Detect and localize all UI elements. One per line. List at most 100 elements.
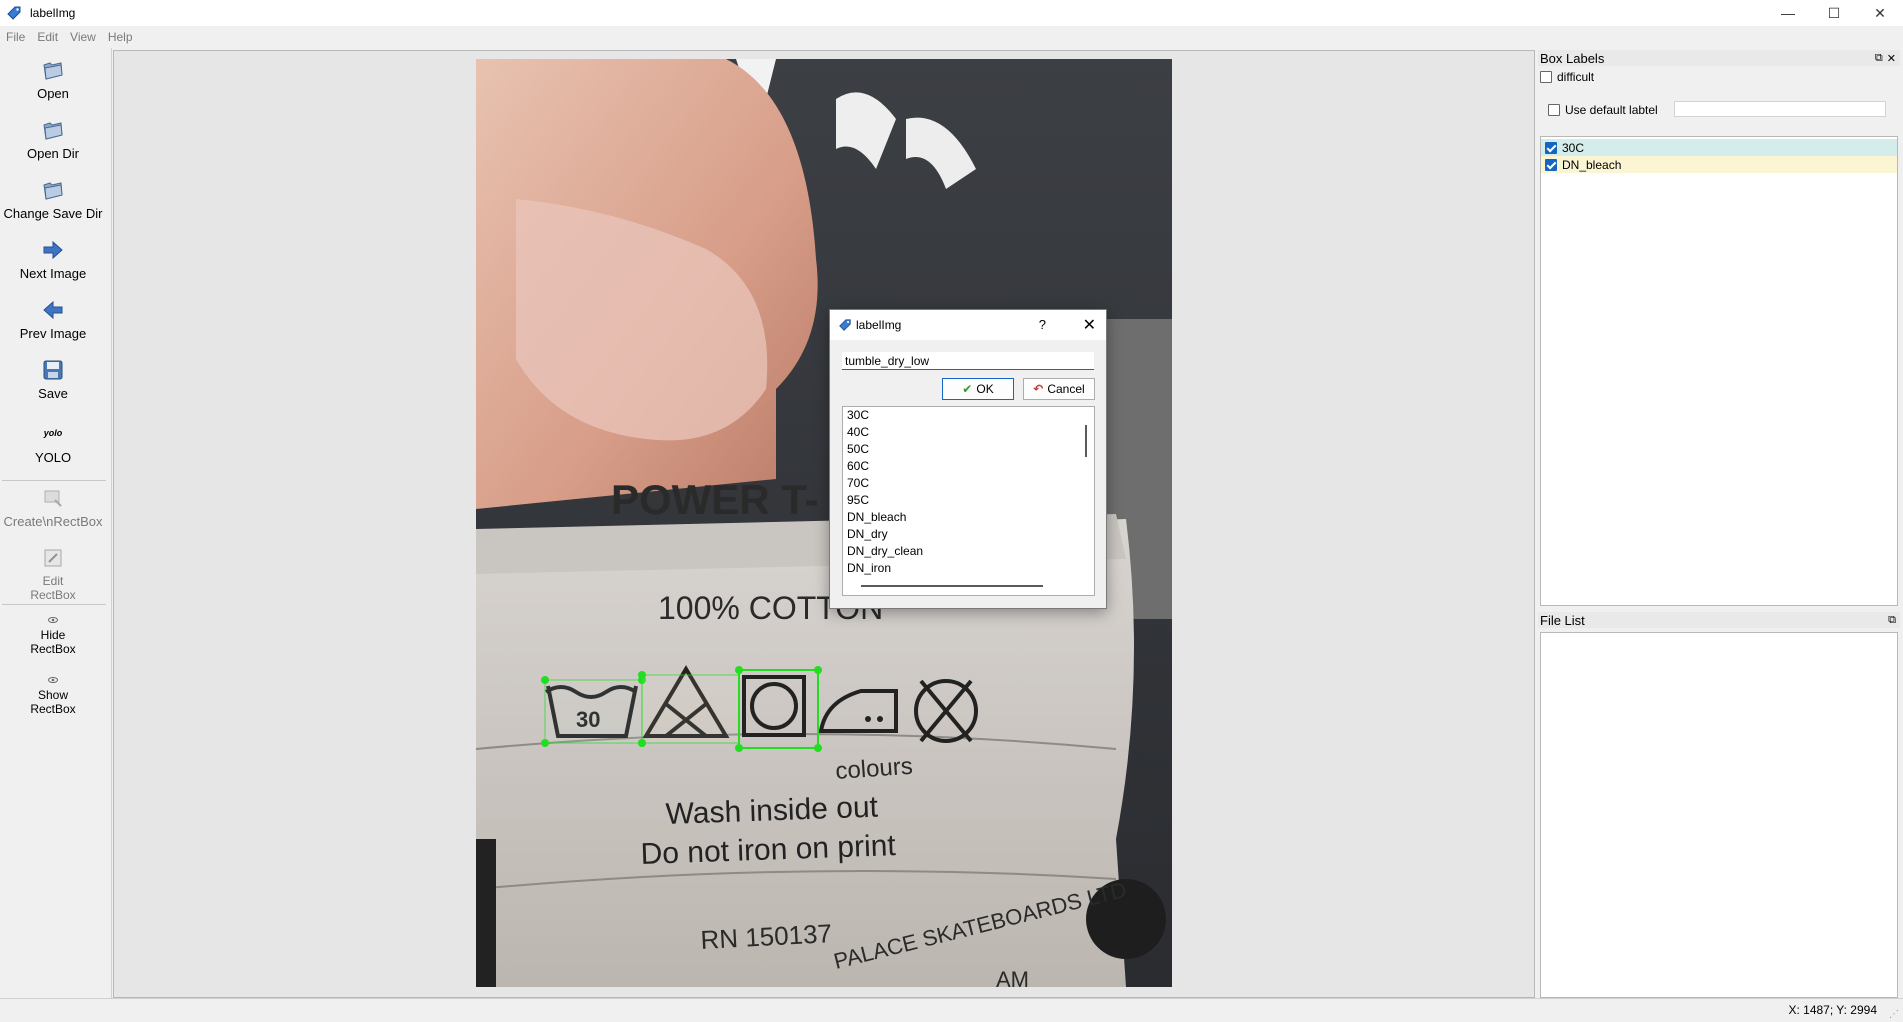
minimize-button[interactable]: — bbox=[1765, 0, 1811, 26]
file-list-title: File List bbox=[1540, 612, 1585, 628]
title-bar: labelImg — ☐ ✕ bbox=[0, 0, 1903, 26]
horizontal-scrollbar[interactable] bbox=[845, 579, 1079, 593]
toolbar-divider bbox=[2, 480, 106, 481]
label-row-dn-bleach[interactable]: DN_bleach bbox=[1541, 156, 1897, 173]
save-button[interactable]: Save bbox=[0, 358, 106, 401]
list-item[interactable]: 70C bbox=[843, 475, 1094, 492]
label-suggestion-list[interactable]: 30C 40C 50C 60C 70C 95C DN_bleach DN_dry… bbox=[842, 406, 1095, 596]
scroll-thumb[interactable] bbox=[1085, 425, 1087, 457]
file-list[interactable] bbox=[1540, 632, 1898, 998]
show-rectbox-label-1: Show bbox=[37, 688, 69, 702]
use-default-label-box[interactable] bbox=[1548, 104, 1560, 116]
menu-edit[interactable]: Edit bbox=[31, 30, 64, 44]
window-title: labelImg bbox=[30, 6, 76, 20]
yolo-button[interactable]: yolo YOLO bbox=[0, 424, 106, 465]
eye-icon bbox=[48, 617, 58, 623]
cancel-button[interactable]: ↶ Cancel bbox=[1023, 378, 1095, 400]
list-item[interactable]: DN_dry bbox=[843, 526, 1094, 543]
arrow-left-icon bbox=[43, 300, 63, 320]
dialog-titlebar: labelImg ? ✕ bbox=[830, 310, 1106, 340]
show-rectbox-label-2: RectBox bbox=[30, 702, 76, 716]
create-rectbox-button[interactable]: Create\nRectBox bbox=[0, 486, 106, 529]
use-default-label-checkbox[interactable]: Use default labtel bbox=[1548, 103, 1658, 117]
open-dir-button[interactable]: Open Dir bbox=[0, 118, 106, 161]
float-icon[interactable]: ⧉ bbox=[1875, 52, 1883, 65]
edit-icon bbox=[44, 549, 62, 567]
folder-icon bbox=[43, 62, 63, 80]
next-image-button[interactable]: Next Image bbox=[0, 238, 106, 281]
save-label: Save bbox=[38, 386, 68, 401]
close-icon[interactable]: ✕ bbox=[1887, 52, 1896, 65]
ok-button[interactable]: ✔ OK bbox=[942, 378, 1014, 400]
image-canvas[interactable]: POWER T- 100% COTTON 30 colours Wash ins… bbox=[113, 50, 1535, 998]
show-rectbox-button[interactable]: Show RectBox bbox=[0, 674, 106, 716]
list-item[interactable]: 40C bbox=[843, 424, 1094, 441]
menu-file[interactable]: File bbox=[0, 30, 31, 44]
list-item[interactable]: 30C bbox=[843, 407, 1094, 424]
change-save-dir-label: Change Save Dir bbox=[3, 206, 103, 221]
float-icon[interactable]: ⧉ bbox=[1888, 614, 1896, 627]
vertical-scrollbar[interactable] bbox=[1080, 409, 1092, 575]
scroll-thumb[interactable] bbox=[861, 585, 1043, 587]
label-row-30c[interactable]: 30C bbox=[1541, 139, 1897, 156]
open-button[interactable]: Open bbox=[0, 58, 106, 101]
label-text-colours: colours bbox=[835, 753, 914, 785]
hide-rectbox-button[interactable]: Hide RectBox bbox=[0, 614, 106, 656]
list-item[interactable]: 95C bbox=[843, 492, 1094, 509]
label-text-brand: POWER T- bbox=[611, 476, 819, 523]
menu-view[interactable]: View bbox=[64, 30, 102, 44]
list-item[interactable]: DN_bleach bbox=[843, 509, 1094, 526]
difficult-checkbox-box[interactable] bbox=[1540, 71, 1552, 83]
status-bar: X: 1487; Y: 2994 ⋰ bbox=[0, 998, 1903, 1022]
box-labels-titlebar: Box Labels ⧉ ✕ bbox=[1538, 50, 1900, 66]
tag-icon bbox=[839, 319, 851, 331]
list-item[interactable]: 50C bbox=[843, 441, 1094, 458]
yolo-format-icon: yolo bbox=[43, 428, 63, 438]
floppy-disk-icon bbox=[43, 360, 63, 380]
label-visible-checkbox[interactable] bbox=[1545, 158, 1557, 171]
dialog-title: labelImg bbox=[856, 318, 902, 332]
label-input[interactable] bbox=[842, 352, 1094, 370]
edit-rectbox-button[interactable]: Edit RectBox bbox=[0, 546, 106, 602]
prev-image-label: Prev Image bbox=[19, 326, 87, 341]
open-label: Open bbox=[37, 86, 69, 101]
list-item[interactable]: DN_dry_clean bbox=[843, 543, 1094, 560]
checkmark-icon: ✔ bbox=[962, 382, 973, 396]
close-button[interactable]: ✕ bbox=[1857, 0, 1903, 26]
dialog-close-button[interactable]: ✕ bbox=[1083, 315, 1096, 335]
prev-image-button[interactable]: Prev Image bbox=[0, 298, 106, 341]
toolbar-divider bbox=[2, 604, 106, 605]
hide-rectbox-label-2: RectBox bbox=[30, 642, 76, 656]
file-list-panel: File List ⧉ bbox=[1538, 612, 1900, 630]
eye-icon bbox=[48, 677, 58, 683]
label-visible-checkbox[interactable] bbox=[1545, 141, 1557, 154]
ok-label: OK bbox=[976, 382, 994, 396]
menu-help[interactable]: Help bbox=[102, 30, 139, 44]
label-row-name: DN_bleach bbox=[1562, 157, 1622, 172]
yolo-label: YOLO bbox=[34, 450, 72, 465]
arrow-right-icon bbox=[43, 240, 63, 260]
list-item[interactable]: 60C bbox=[843, 458, 1094, 475]
folder-icon bbox=[43, 182, 63, 200]
undo-arrow-icon: ↶ bbox=[1033, 382, 1044, 396]
list-item[interactable]: DN_iron bbox=[843, 560, 1094, 577]
label-dialog: labelImg ? ✕ ✔ OK ↶ Cancel 30C 40C 50C 6… bbox=[829, 309, 1107, 609]
difficult-checkbox[interactable]: difficult bbox=[1540, 70, 1594, 84]
tag-icon bbox=[7, 6, 21, 20]
cancel-label: Cancel bbox=[1047, 382, 1085, 396]
bbox-dn-bleach[interactable] bbox=[638, 671, 740, 747]
file-list-titlebar: File List ⧉ bbox=[1538, 612, 1900, 628]
bbox-30c[interactable] bbox=[541, 676, 646, 747]
edit-rectbox-label-1: Edit bbox=[42, 574, 64, 588]
difficult-label: difficult bbox=[1557, 70, 1595, 84]
default-label-input[interactable] bbox=[1674, 101, 1886, 117]
open-dir-label: Open Dir bbox=[26, 146, 80, 161]
edit-rectbox-label-2: RectBox bbox=[30, 588, 76, 602]
change-save-dir-button[interactable]: Change Save Dir bbox=[0, 178, 106, 221]
box-labels-list[interactable]: 30C DN_bleach bbox=[1540, 136, 1898, 606]
left-toolbar: Open Open Dir Change Save Dir Next Image… bbox=[0, 48, 112, 998]
maximize-button[interactable]: ☐ bbox=[1811, 0, 1857, 26]
create-rectbox-label: Create\nRectBox bbox=[3, 514, 103, 529]
help-button[interactable]: ? bbox=[1039, 317, 1046, 332]
resize-grip-icon[interactable]: ⋰ bbox=[1889, 1009, 1899, 1020]
